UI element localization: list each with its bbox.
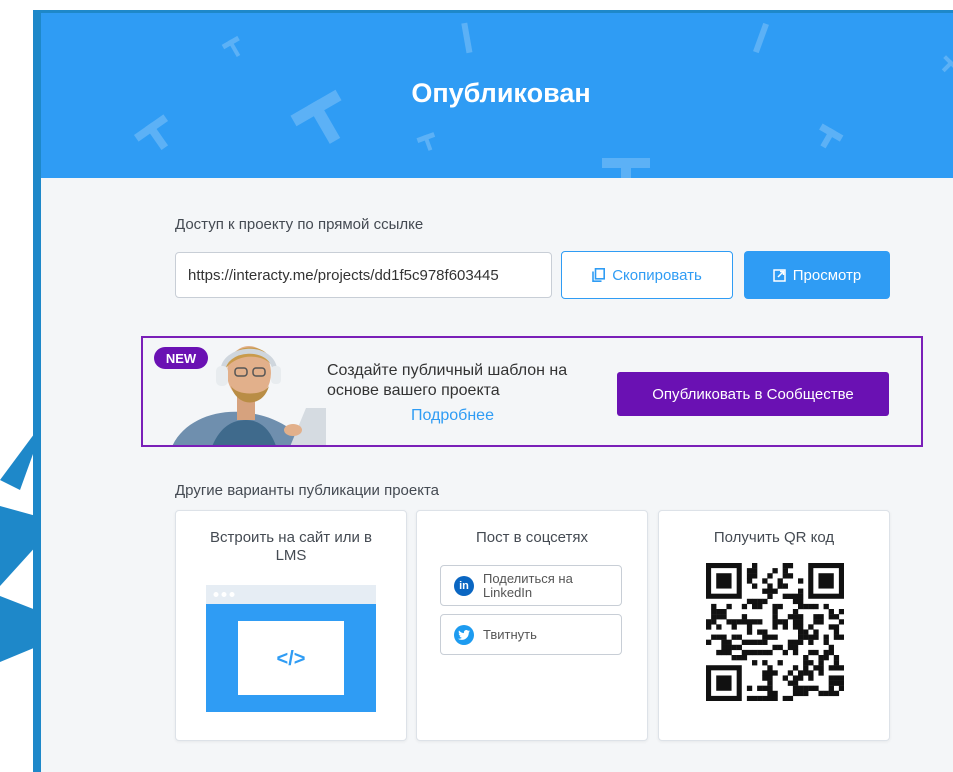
qr-card-title: Получить QR код [713, 529, 835, 546]
community-promo-banner: NEW Создайте публичный шаблон на основе … [141, 336, 923, 447]
external-link-icon [772, 268, 786, 282]
embed-window-illustration: </> [206, 585, 376, 712]
promo-text: Создайте публичный шаблон на основе ваше… [327, 362, 568, 399]
preview-button[interactable]: Просмотр [744, 251, 890, 299]
tweet-button[interactable]: Твитнуть [440, 614, 622, 655]
modal-header: Опубликован [41, 13, 953, 178]
linkedin-icon: in [454, 575, 474, 596]
copy-link-label: Скопировать [612, 266, 702, 284]
other-options-label: Другие варианты публикации проекта [175, 482, 440, 499]
social-card-title: Пост в соцсетях [475, 529, 589, 546]
twitter-icon [454, 624, 474, 645]
direct-link-label: Доступ к проекту по прямой ссылке [175, 216, 424, 233]
publish-modal: Опубликован Доступ к проекту по прямой с… [33, 10, 953, 772]
copy-icon [592, 268, 606, 282]
project-url-input[interactable] [175, 252, 552, 298]
code-icon: </> [277, 648, 306, 670]
tweet-label: Твитнуть [483, 626, 537, 642]
embed-card[interactable]: Встроить на сайт или в LMS </> [175, 510, 407, 741]
social-card: Пост в соцсетях in Поделиться на LinkedI… [416, 510, 648, 741]
qr-card[interactable]: Получить QR код [658, 510, 890, 741]
linkedin-share-button[interactable]: in Поделиться на LinkedIn [440, 565, 622, 606]
screen: Опубликован Доступ к проекту по прямой с… [0, 0, 953, 772]
learn-more-link[interactable]: Подробнее [411, 407, 494, 425]
embed-card-title: Встроить на сайт или в LMS [210, 529, 372, 564]
qr-code-image [706, 563, 844, 701]
copy-link-button[interactable]: Скопировать [561, 251, 733, 299]
modal-title: Опубликован [411, 78, 591, 108]
preview-label: Просмотр [792, 266, 862, 284]
new-badge: NEW [154, 347, 208, 369]
publish-to-community-button[interactable]: Опубликовать в Сообществе [617, 372, 889, 416]
linkedin-share-label: Поделиться на LinkedIn [483, 570, 573, 600]
